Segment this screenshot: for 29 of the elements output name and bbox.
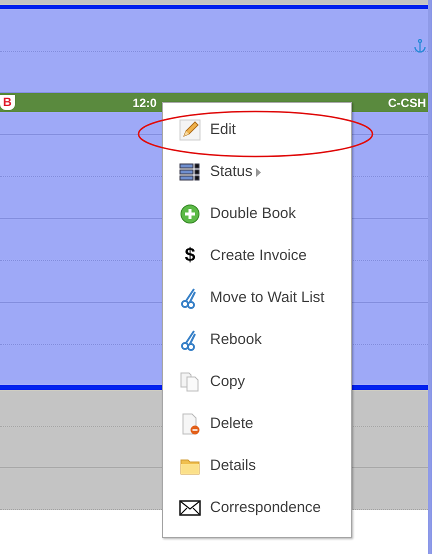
menu-label: Create Invoice <box>210 246 307 266</box>
menu-label: Move to Wait List <box>210 288 324 308</box>
appointment-code: C-CSH <box>388 94 426 112</box>
menu-label: Delete <box>210 414 254 434</box>
menu-label: Rebook <box>210 330 262 350</box>
dollar-icon: $ <box>179 242 201 270</box>
menu-label: Status <box>210 162 253 182</box>
menu-item[interactable]: Rebook <box>163 319 351 361</box>
menu-item[interactable]: Status <box>163 151 351 193</box>
menu-item[interactable]: Move to Wait List <box>163 277 351 319</box>
menu-item[interactable]: Copy <box>163 361 351 403</box>
status-badge: B <box>0 95 15 110</box>
menu-item[interactable]: Details <box>163 445 351 487</box>
plus-circle-icon <box>179 203 201 225</box>
menu-label: Details <box>210 456 256 476</box>
menu-item[interactable]: Edit <box>163 109 351 151</box>
menu-item[interactable]: $ Create Invoice <box>163 235 351 277</box>
menu-label: Correspondence <box>210 498 321 518</box>
menu-item[interactable]: Double Book <box>163 193 351 235</box>
menu-label: Copy <box>210 372 246 392</box>
anchor-icon <box>414 39 426 53</box>
menu-label: Double Book <box>210 204 296 224</box>
list-icon <box>179 161 201 183</box>
menu-item[interactable]: Delete <box>163 403 351 445</box>
pencil-icon <box>179 119 201 141</box>
copy-icon <box>179 371 201 393</box>
menu-label: Edit <box>210 120 236 140</box>
start-time: 12:0 <box>132 94 157 112</box>
menu-item[interactable]: Correspondence <box>163 487 351 529</box>
